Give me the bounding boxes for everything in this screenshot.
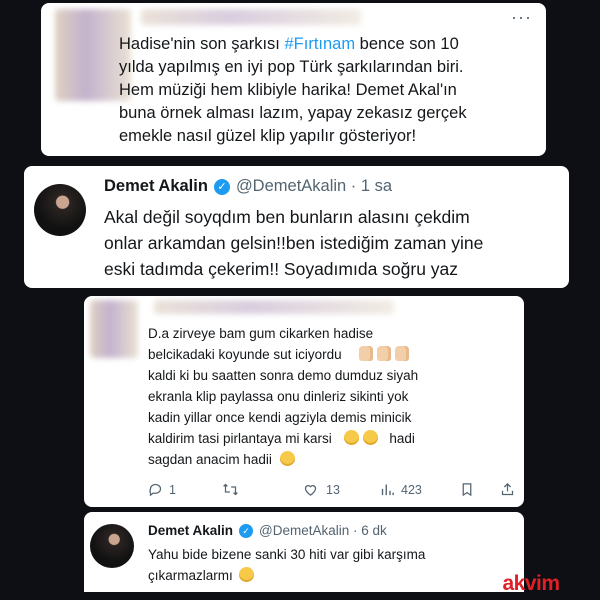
blurred-username bbox=[141, 9, 361, 25]
handle-and-time[interactable]: @DemetAkalin · 6 dk bbox=[259, 523, 387, 538]
thumbs-up-emoji-icon bbox=[377, 346, 392, 361]
verified-check-icon: ✓ bbox=[213, 178, 230, 195]
tweet-3-text: D.a zirveye bam gum cikarken hadise belc… bbox=[148, 326, 419, 467]
tweet-card-2[interactable]: Demet Akalin ✓ @DemetAkalin · 1 sa Akal … bbox=[24, 166, 569, 288]
avatar[interactable] bbox=[34, 184, 86, 236]
thumbs-up-emoji-icon bbox=[395, 346, 410, 361]
tweet-3-action-bar: 1 13 423 bbox=[148, 482, 518, 500]
views-count: 423 bbox=[401, 482, 422, 497]
watermark-logo: t akvim bbox=[496, 572, 560, 596]
avatar[interactable] bbox=[90, 524, 134, 568]
sad-face-emoji-icon bbox=[362, 430, 378, 445]
display-name[interactable]: Demet Akalin bbox=[104, 177, 208, 196]
views-button[interactable]: 423 bbox=[380, 482, 422, 497]
tweet-2-text: Akal değil soyqdım ben bunların alasını … bbox=[104, 207, 484, 279]
display-name[interactable]: Demet Akalin bbox=[148, 523, 233, 538]
thumbs-up-emoji-icon bbox=[359, 346, 374, 361]
reply-count: 1 bbox=[169, 482, 176, 497]
reply-button[interactable]: 1 bbox=[148, 482, 176, 497]
tweet-card-1[interactable]: ··· Hadise'nin son şarkısı #Fırtınam ben… bbox=[41, 3, 546, 156]
upside-down-face-emoji-icon bbox=[238, 567, 254, 582]
views-bar-chart-icon bbox=[381, 484, 394, 496]
tweet-1-text: Hadise'nin son şarkısı #Fırtınam bence s… bbox=[119, 35, 467, 145]
tweet-4-text: Yahu bide bizene sanki 30 hiti var gibi … bbox=[148, 547, 426, 583]
verified-check-icon: ✓ bbox=[239, 523, 254, 538]
watermark-brand: akvim bbox=[502, 572, 561, 595]
bookmark-icon[interactable] bbox=[460, 482, 474, 497]
tweet-card-4[interactable]: Demet Akalin ✓ @DemetAkalin · 6 dk Yahu … bbox=[84, 512, 524, 592]
retweet-button[interactable] bbox=[222, 482, 239, 497]
retweet-icon bbox=[223, 483, 238, 496]
shush-face-emoji-icon bbox=[279, 451, 295, 466]
blurred-username bbox=[154, 300, 394, 314]
tweet-2-header: Demet Akalin ✓ @DemetAkalin · 1 sa bbox=[104, 177, 392, 196]
tweet-4-header: Demet Akalin ✓ @DemetAkalin · 6 dk bbox=[148, 523, 387, 538]
like-count: 13 bbox=[326, 482, 340, 497]
reply-icon bbox=[149, 483, 162, 497]
sad-face-emoji-icon bbox=[343, 430, 359, 445]
share-icon[interactable] bbox=[500, 482, 515, 497]
hashtag-link[interactable]: #Fırtınam bbox=[284, 35, 355, 53]
tweet-card-3[interactable]: D.a zirveye bam gum cikarken hadise belc… bbox=[84, 296, 524, 507]
handle-and-time[interactable]: @DemetAkalin · 1 sa bbox=[236, 177, 392, 196]
blurred-user-info bbox=[90, 300, 138, 358]
like-button[interactable]: 13 bbox=[303, 482, 340, 497]
heart-icon bbox=[304, 485, 317, 496]
more-dots-icon[interactable]: ··· bbox=[511, 7, 532, 28]
